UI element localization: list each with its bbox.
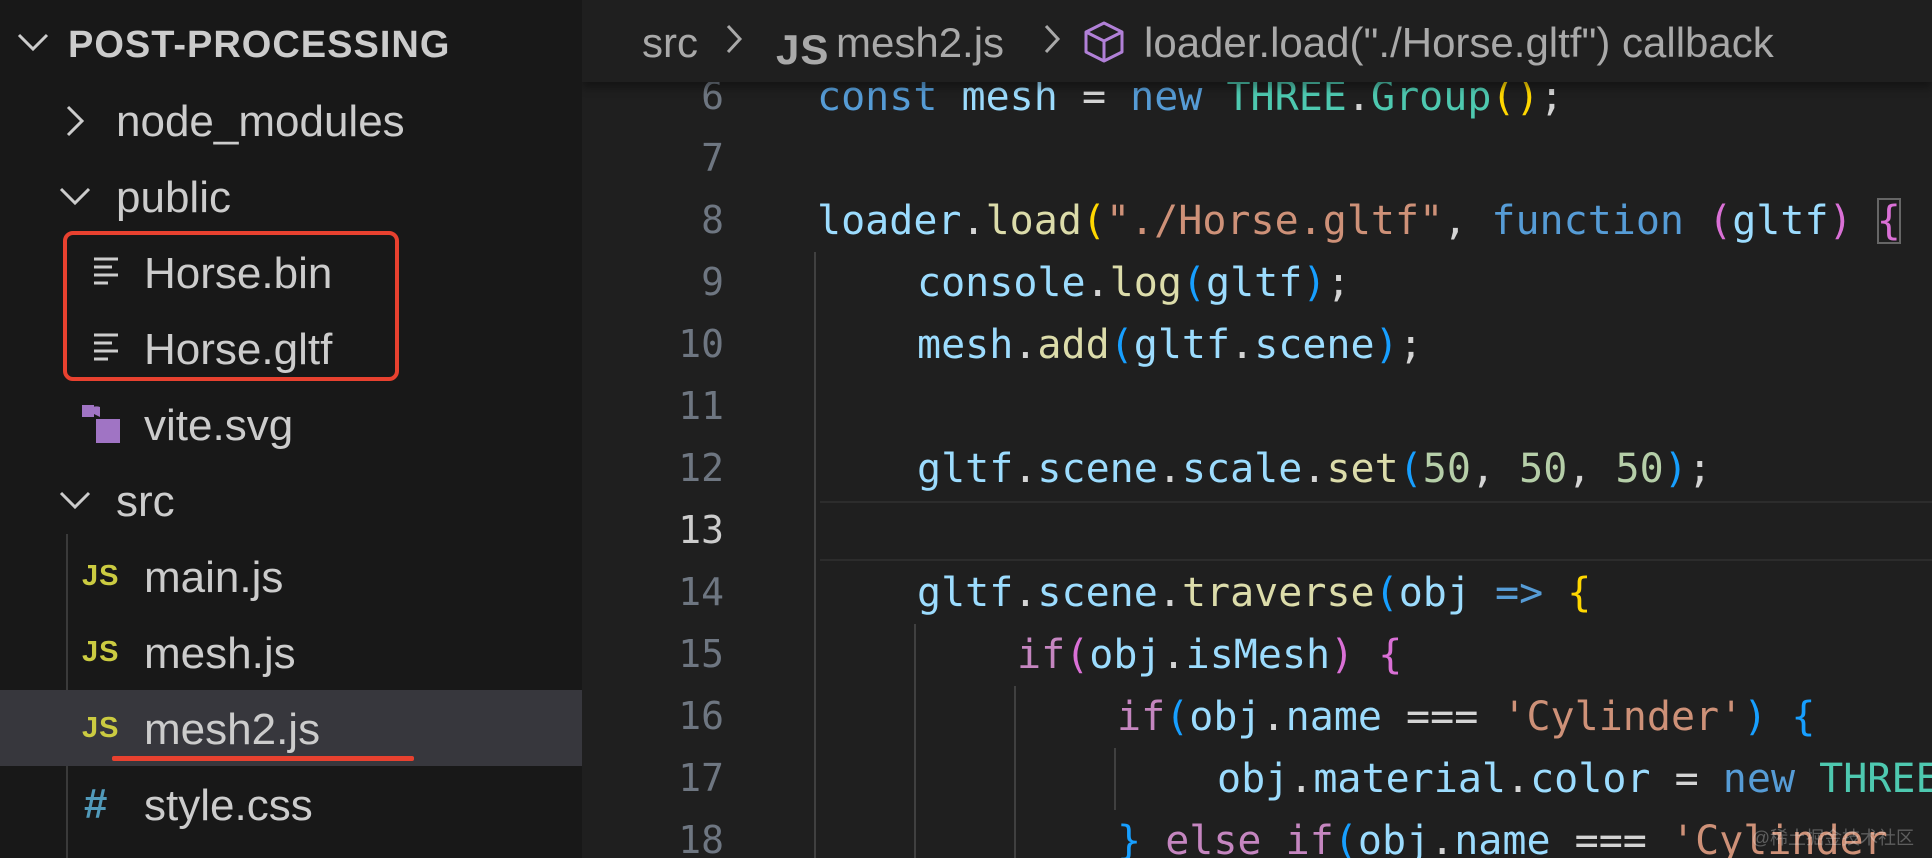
breadcrumb-symbol[interactable]: loader.load("./Horse.gltf") callback: [1144, 19, 1774, 67]
annotation-underline: [112, 756, 414, 761]
tree-file-mesh-js[interactable]: JS mesh.js: [0, 614, 582, 690]
css-file-icon: #: [84, 780, 108, 827]
cube-symbol-icon: [1082, 20, 1126, 69]
vscode-window: POST-PROCESSING node_modules public Hors…: [0, 0, 1932, 858]
explorer-section-header[interactable]: POST-PROCESSING: [0, 12, 582, 74]
code-text[interactable]: gltf.scene.traverse(obj => {: [917, 570, 1591, 616]
tree-folder-src[interactable]: src: [0, 462, 582, 538]
code-line[interactable]: 12 gltf.scene.scale.set(50, 50, 50);: [582, 438, 1932, 500]
explorer-title: POST-PROCESSING: [68, 24, 451, 66]
code-line[interactable]: 15 if(obj.isMesh) {: [582, 624, 1932, 686]
code-text[interactable]: gltf.scene.scale.set(50, 50, 50);: [917, 446, 1712, 492]
tree-file-main-js[interactable]: JS main.js: [0, 538, 582, 614]
code-line[interactable]: 8 loader.load("./Horse.gltf", function (…: [582, 190, 1932, 252]
tree-file-vite-svg[interactable]: vite.svg: [0, 386, 582, 462]
line-number: 10: [678, 322, 724, 366]
tree-folder-public[interactable]: public: [0, 158, 582, 234]
line-number: 17: [678, 756, 724, 800]
annotation-highlight-box: [63, 231, 399, 381]
tree-item-label: src: [116, 477, 175, 526]
javascript-file-icon: JS: [82, 635, 120, 668]
tree-item-label: vite.svg: [144, 401, 294, 450]
line-number: 14: [678, 570, 724, 614]
code-text[interactable]: mesh.add(gltf.scene);: [917, 322, 1423, 368]
code-line[interactable]: 18 } else if(obj.name === 'Cylinder: [582, 810, 1932, 858]
breadcrumb: src JS mesh2.js loader.load("./Horse.glt…: [582, 0, 1932, 82]
code-line[interactable]: 9 console.log(gltf);: [582, 252, 1932, 314]
chevron-down-icon: [58, 488, 92, 519]
code-text[interactable]: if(obj.name === 'Cylinder') {: [1117, 694, 1815, 740]
javascript-file-icon: JS: [82, 559, 120, 592]
line-number: 12: [678, 446, 724, 490]
code-line[interactable]: 14 gltf.scene.traverse(obj => {: [582, 562, 1932, 624]
tree-item-label: mesh2.js: [144, 705, 321, 754]
code-text[interactable]: if(obj.isMesh) {: [1017, 632, 1402, 678]
chevron-right-icon: [64, 104, 86, 143]
tree-item-label: mesh.js: [144, 629, 296, 678]
code-editor[interactable]: src JS mesh2.js loader.load("./Horse.glt…: [582, 0, 1932, 858]
javascript-file-icon: JS: [776, 26, 830, 73]
svg-file-icon: [80, 386, 122, 462]
code-line[interactable]: 10 mesh.add(gltf.scene);: [582, 314, 1932, 376]
line-number: 16: [678, 694, 724, 738]
line-number: 9: [701, 260, 724, 304]
watermark: @稀土掘金技术社区: [1751, 828, 1914, 848]
tree-file-style-css[interactable]: # style.css: [0, 766, 582, 842]
breadcrumb-file[interactable]: mesh2.js: [836, 19, 1004, 67]
line-number: 11: [678, 384, 724, 428]
tree-file-mesh2-js[interactable]: JS mesh2.js: [0, 690, 582, 766]
code-line-active[interactable]: 13: [582, 500, 1932, 562]
code-text[interactable]: console.log(gltf);: [917, 260, 1351, 306]
chevron-down-icon: [58, 184, 92, 215]
chevron-down-icon[interactable]: [16, 30, 50, 61]
line-number: 7: [701, 136, 724, 180]
code-line[interactable]: 7: [582, 128, 1932, 190]
tree-item-label: node_modules: [116, 97, 405, 146]
code-text[interactable]: obj.material.color = new THREE: [1217, 756, 1932, 802]
tree-item-label: main.js: [144, 553, 284, 602]
code-line[interactable]: 16 if(obj.name === 'Cylinder') {: [582, 686, 1932, 748]
breadcrumb-folder[interactable]: src: [642, 19, 698, 67]
code-text[interactable]: loader.load("./Horse.gltf", function (gl…: [817, 198, 1901, 244]
explorer-sidebar: POST-PROCESSING node_modules public Hors…: [0, 0, 582, 858]
chevron-right-icon: [1042, 22, 1062, 61]
line-number: 13: [678, 508, 724, 552]
javascript-file-icon: JS: [82, 711, 120, 744]
tree-item-label: public: [116, 173, 231, 222]
code-line[interactable]: 11: [582, 376, 1932, 438]
tree-item-label: style.css: [144, 781, 313, 830]
chevron-right-icon: [724, 22, 744, 61]
line-number: 15: [678, 632, 724, 676]
tree-folder-node-modules[interactable]: node_modules: [0, 82, 582, 158]
line-number: 18: [678, 818, 724, 858]
line-number: 8: [701, 198, 724, 242]
code-line[interactable]: 17 obj.material.color = new THREE: [582, 748, 1932, 810]
